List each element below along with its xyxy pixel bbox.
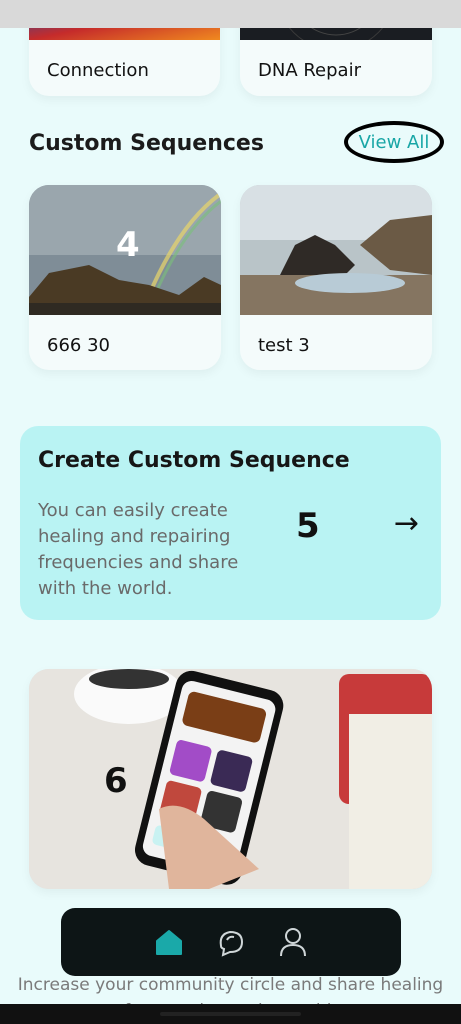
home-icon [156, 930, 182, 955]
arrow-right-icon[interactable]: → [394, 506, 419, 541]
custom-sequences-title: Custom Sequences [29, 131, 264, 156]
profile-icon [280, 928, 306, 957]
promo-image-card[interactable]: 6 [29, 669, 432, 889]
card-label: DNA Repair [258, 60, 361, 81]
overlay-number: 4 [116, 225, 140, 265]
bottom-navigation [61, 908, 401, 976]
create-sequence-card[interactable]: Create Custom Sequence You can easily cr… [20, 426, 441, 620]
overlay-number: 5 [296, 506, 320, 546]
card-label: Connection [47, 60, 149, 81]
custom-sequence-card[interactable]: 4 666 30 [29, 185, 221, 370]
create-description: You can easily create healing and repair… [38, 500, 239, 599]
card-label: test 3 [258, 335, 310, 356]
rock-pool-thumbnail [240, 185, 432, 315]
nav-community[interactable] [213, 924, 249, 960]
nav-home[interactable] [151, 924, 187, 960]
phone-promo-image [29, 669, 432, 889]
create-title: Create Custom Sequence [38, 448, 350, 473]
chat-icon [219, 930, 244, 957]
card-label: 666 30 [47, 335, 110, 356]
view-all-button[interactable]: View All [344, 121, 444, 163]
home-indicator[interactable] [160, 1012, 301, 1016]
overlay-number: 6 [104, 761, 128, 801]
custom-sequence-card[interactable]: test 3 [240, 185, 432, 370]
nav-profile[interactable] [275, 924, 311, 960]
status-bar [0, 0, 461, 28]
